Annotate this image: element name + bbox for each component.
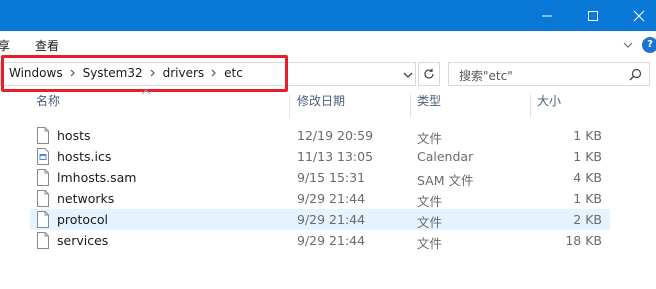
ribbon-tab-share[interactable]: 享 bbox=[0, 37, 10, 54]
file-type: SAM 文件 bbox=[417, 173, 474, 188]
file-name: hosts.ics bbox=[57, 149, 112, 164]
help-icon[interactable]: ? bbox=[642, 37, 656, 53]
column-divider[interactable] bbox=[410, 94, 411, 118]
column-header-date[interactable]: 修改日期 bbox=[297, 92, 345, 118]
refresh-icon bbox=[424, 68, 434, 79]
column-header-size[interactable]: 大小 bbox=[537, 92, 561, 118]
maximize-button[interactable] bbox=[570, 0, 616, 31]
ribbon-tab-view[interactable]: 查看 bbox=[35, 37, 59, 54]
file-name: lmhosts.sam bbox=[57, 170, 137, 185]
file-size: 1 KB bbox=[573, 128, 602, 143]
file-type: 文件 bbox=[417, 215, 443, 230]
file-row-networks[interactable]: networks 9/29 21:44 文件 1 KB bbox=[30, 188, 610, 209]
file-type: 文件 bbox=[417, 131, 443, 146]
ribbon-expand-chevron-icon[interactable] bbox=[620, 37, 636, 53]
title-bar bbox=[0, 0, 656, 31]
minimize-button[interactable] bbox=[524, 0, 570, 31]
file-name: protocol bbox=[57, 212, 108, 227]
column-divider[interactable] bbox=[530, 94, 531, 118]
close-button[interactable] bbox=[616, 0, 656, 31]
file-icon bbox=[37, 211, 49, 228]
file-row-services[interactable]: services 9/29 21:44 文件 18 KB bbox=[30, 230, 610, 251]
column-header-type[interactable]: 类型 bbox=[417, 92, 441, 118]
file-name: hosts bbox=[57, 128, 91, 143]
search-icon[interactable] bbox=[627, 67, 643, 83]
file-size: 18 KB bbox=[565, 233, 602, 248]
file-size: 1 KB bbox=[573, 149, 602, 164]
refresh-button[interactable] bbox=[418, 62, 440, 86]
file-size: 4 KB bbox=[573, 170, 602, 185]
maximize-icon bbox=[588, 10, 598, 21]
file-date: 9/29 21:44 bbox=[297, 212, 366, 227]
file-date: 11/13 13:05 bbox=[297, 149, 374, 164]
minimize-icon bbox=[542, 15, 552, 16]
column-divider[interactable] bbox=[289, 94, 290, 118]
file-icon bbox=[37, 127, 49, 144]
address-history-chevron-icon[interactable] bbox=[401, 67, 415, 83]
file-name: networks bbox=[57, 191, 115, 206]
file-date: 9/29 21:44 bbox=[297, 191, 366, 206]
file-icon bbox=[37, 232, 49, 249]
address-highlight-box bbox=[1, 55, 288, 92]
file-icon bbox=[37, 169, 49, 186]
file-row-hosts-ics[interactable]: hosts.ics 11/13 13:05 Calendar 1 KB bbox=[30, 146, 610, 167]
column-header-name[interactable]: 名称 bbox=[36, 92, 60, 118]
file-date: 9/15 15:31 bbox=[297, 170, 366, 185]
file-type: 文件 bbox=[417, 194, 443, 209]
file-type: 文件 bbox=[417, 236, 443, 251]
calendar-file-icon bbox=[37, 148, 49, 165]
file-icon bbox=[37, 190, 49, 207]
file-row-protocol[interactable]: protocol 9/29 21:44 文件 2 KB bbox=[30, 209, 610, 230]
file-size: 1 KB bbox=[573, 191, 602, 206]
file-name: services bbox=[57, 233, 109, 248]
file-type: Calendar bbox=[417, 149, 474, 164]
sort-up-icon bbox=[141, 89, 151, 95]
file-row-lmhosts-sam[interactable]: lmhosts.sam 9/15 15:31 SAM 文件 4 KB bbox=[30, 167, 610, 188]
file-size: 2 KB bbox=[573, 212, 602, 227]
file-date: 12/19 20:59 bbox=[297, 128, 374, 143]
search-box[interactable]: 搜索"etc" bbox=[448, 62, 650, 86]
file-row-hosts[interactable]: hosts 12/19 20:59 文件 1 KB bbox=[30, 125, 610, 146]
search-input[interactable]: 搜索"etc" bbox=[459, 67, 513, 84]
close-icon bbox=[633, 10, 645, 21]
file-date: 9/29 21:44 bbox=[297, 233, 366, 248]
